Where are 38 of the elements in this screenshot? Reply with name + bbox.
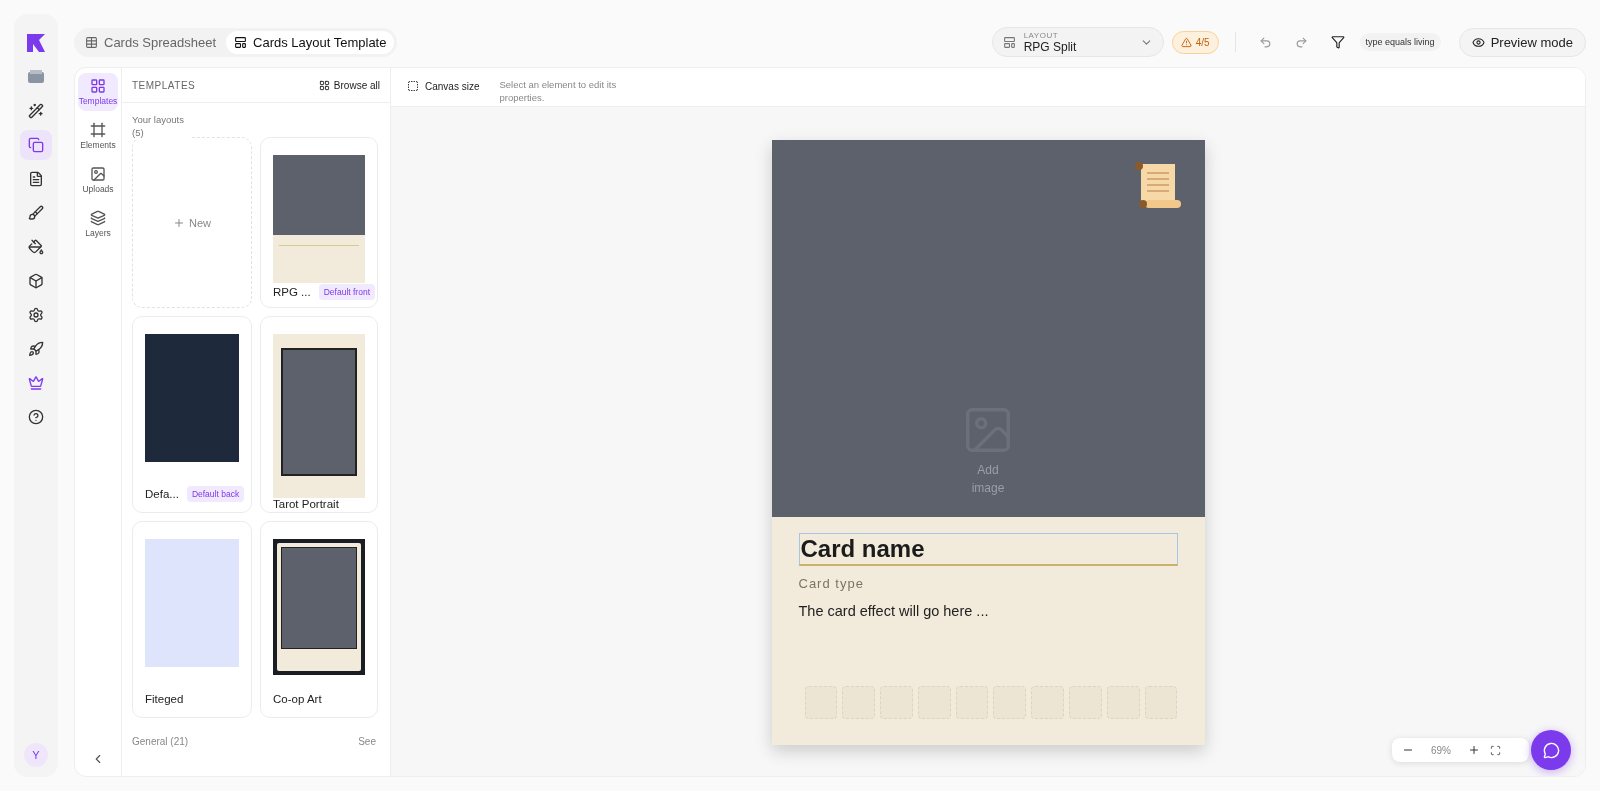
template-name: Tarot Portrait [273, 498, 339, 510]
card-effect-text: The card effect will go here ... [798, 603, 990, 619]
warning-badge[interactable]: 4/5 [1171, 30, 1219, 54]
template-card[interactable]: Defa... Default back [132, 316, 252, 513]
document-tab[interactable]: Cards Spreadsheet [77, 30, 224, 54]
section-label: Your layouts (5) [132, 113, 192, 139]
document-tab[interactable]: Cards Layout Template [226, 30, 395, 54]
template-name: Defa... [145, 488, 179, 500]
card-type-text: Card type [798, 576, 865, 591]
see-all-link[interactable]: See [358, 736, 376, 747]
layout-label: LAYOUT [1023, 30, 1060, 40]
layout-value: RPG Split [1023, 39, 1078, 54]
filter-chip[interactable]: type equals living [1359, 33, 1441, 51]
tool-tab[interactable]: Templates [78, 73, 118, 111]
template-name: Co-op Art [273, 693, 322, 705]
preview-button[interactable]: Preview mode [1458, 27, 1586, 57]
section-label: General (21) [132, 736, 189, 747]
template-card[interactable]: Tarot Portrait [260, 316, 378, 513]
default-badge: Default front [318, 284, 375, 300]
panel-title: TEMPLATES [132, 79, 196, 91]
new-template-button[interactable]: New [132, 137, 252, 308]
user-avatar[interactable]: Y [24, 743, 48, 767]
card-name-field[interactable]: Card name [798, 533, 1178, 566]
default-badge: Default back [186, 486, 245, 502]
template-name: RPG ... [273, 286, 311, 298]
template-card[interactable]: Fiteged [132, 521, 252, 718]
tool-tab[interactable]: Elements [78, 117, 118, 155]
template-card[interactable]: Co-op Art [260, 521, 378, 718]
tool-tab[interactable]: Uploads [78, 161, 118, 199]
add-image-label: Add image [971, 462, 1005, 497]
browse-all-button[interactable]: Browse all [318, 79, 380, 91]
template-name: Fiteged [145, 693, 184, 705]
layout-select[interactable]: LAYOUT RPG Split [991, 27, 1164, 57]
template-card[interactable]: RPG ... Default front [260, 137, 378, 308]
zoom-level: 69% [1430, 744, 1452, 756]
tool-tab[interactable]: Layers [78, 205, 118, 243]
hint-text: Select an element to edit its properties. [499, 78, 618, 104]
canvas-size-button[interactable]: Canvas size [407, 78, 480, 92]
